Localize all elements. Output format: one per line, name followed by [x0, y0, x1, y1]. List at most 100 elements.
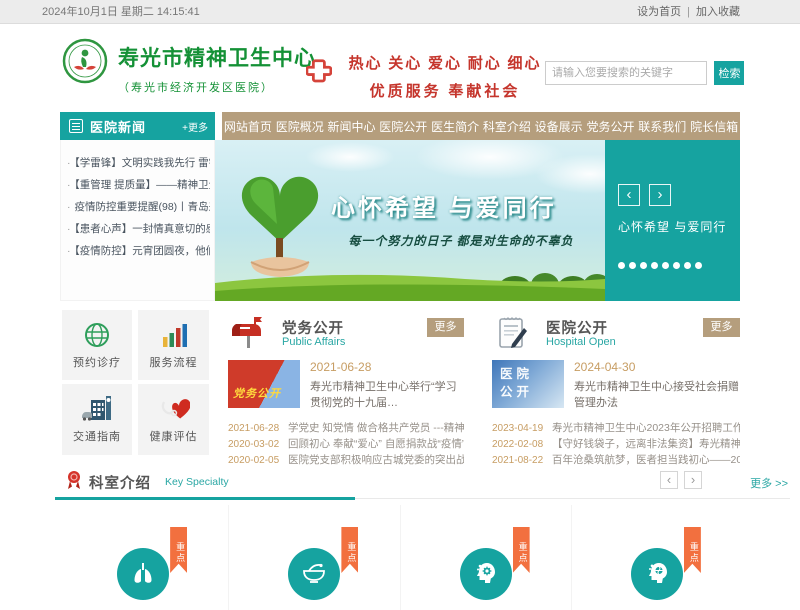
lungs-icon[interactable]	[117, 548, 169, 600]
page: 2024年10月1日 星期二 14:15:41 设为首页|加入收藏 寿光市精神卫…	[0, 0, 800, 610]
news-document-icon	[494, 314, 532, 357]
site-subtitle: （寿光市经济开发区医院）	[118, 79, 316, 95]
list-item[interactable]: 2020-03-02 回顾初心 奉献“爱心” 自愿捐款战“疫情” 党…	[228, 437, 464, 453]
featured-ribbon-badge: 重点	[513, 527, 530, 573]
featured-summary: 寿光市精神卫生中心举行“学习贯彻党的十九届…	[310, 379, 464, 411]
nav-item-party-affairs[interactable]: 党务公开	[586, 118, 634, 135]
hospital-open-section: 医院公开 Hospital Open 更多 医院 公开 2024-04-30 寿…	[492, 314, 740, 454]
quick-link-traffic-guide[interactable]: 交通指南	[62, 384, 132, 455]
slogan-line-1: 热心 关心 爱心 耐心 细心	[338, 52, 552, 73]
slogan-line-2: 优质服务 奉献社会	[338, 80, 552, 101]
hospital-featured-article[interactable]: 医院 公开 2024-04-30 寿光市精神卫生中心接受社会捐赠管理办法	[492, 360, 740, 412]
specialty-prev-button[interactable]: ‹	[660, 471, 678, 489]
party-more-button[interactable]: 更多	[427, 318, 464, 337]
news-item[interactable]: 疫情防控重要提醒(98)丨青岛来…	[67, 200, 210, 214]
item-title: 【守好钱袋子，远离非法集资】寿光精神卫生中…	[552, 437, 740, 453]
specialty-next-button[interactable]: ›	[684, 471, 702, 489]
hero-banner[interactable]: 心怀希望 与爱同行 每一个努力的日子 都是对生命的不辜负	[215, 140, 605, 301]
featured-date: 2024-04-30	[574, 360, 740, 374]
quick-link-label: 预约诊疗	[62, 354, 132, 370]
item-title: 学党史 知党情 做合格共产党员 ---精神卫生中…	[288, 421, 464, 437]
nav-item-director-mailbox[interactable]: 院长信箱	[690, 118, 738, 135]
nav-item-overview[interactable]: 医院概况	[276, 118, 324, 135]
hospital-news-header[interactable]: 医院新闻 +更多	[60, 112, 215, 140]
news-item[interactable]: 【重管理 提质量】——精神卫生…	[67, 178, 210, 192]
banner-next-button[interactable]: ›	[649, 184, 671, 206]
hospital-featured-thumbnail[interactable]: 医院 公开	[492, 360, 564, 408]
medicine-bowl-icon[interactable]	[288, 548, 340, 600]
list-item[interactable]: 2021-08-22 百年沧桑筑航梦，医者担当践初心——2021中国…	[492, 453, 740, 469]
pager-dot[interactable]	[618, 262, 625, 269]
specialty-item[interactable]: 重点	[401, 505, 572, 610]
site-search: 检索	[545, 61, 744, 85]
pager-dot[interactable]	[684, 262, 691, 269]
specialty-more-link[interactable]: 更多 >>	[750, 475, 788, 491]
specialty-title: 科室介绍	[89, 472, 151, 493]
quick-link-label: 服务流程	[138, 354, 209, 370]
main-nav: 网站首页 医院概况 新闻中心 医院公开 医生简介 科室介绍 设备展示 党务公开 …	[222, 112, 740, 140]
top-utility-bar: 2024年10月1日 星期二 14:15:41 设为首页|加入收藏	[0, 0, 800, 24]
featured-ribbon-badge: 重点	[341, 527, 358, 573]
site-header: 寿光市精神卫生中心 （寿光市经济开发区医院） 热心 关心 爱心 耐心 细心 优质…	[0, 24, 800, 112]
news-item[interactable]: 【学雷锋】文明实践我先行 雷锋…	[67, 156, 210, 170]
quick-link-health-assessment[interactable]: 健康评估	[138, 384, 209, 455]
quick-link-label: 健康评估	[138, 428, 209, 444]
quick-link-service-flow[interactable]: 服务流程	[138, 310, 209, 380]
party-affairs-section: 党务公开 Public Affairs 更多 党务公开 2021-06-28 寿…	[228, 314, 464, 454]
party-article-list: 2021-06-28 学党史 知党情 做合格共产党员 ---精神卫生中… 202…	[228, 421, 464, 469]
pager-dot[interactable]	[673, 262, 680, 269]
news-item[interactable]: 【疫情防控】元宵团圆夜，他们…	[67, 244, 210, 258]
pager-dot[interactable]	[629, 262, 636, 269]
list-item[interactable]: 2023-04-19 寿光市精神卫生中心2023年公开招聘工作人员拟…	[492, 421, 740, 437]
banner-headline: 心怀希望 与爱同行	[331, 188, 557, 223]
quick-link-appointment[interactable]: 预约诊疗	[62, 310, 132, 380]
list-item[interactable]: 2020-02-05 医院党支部积极响应古城党委的突出战“疫”一…	[228, 453, 464, 469]
head-gear-icon[interactable]	[460, 548, 512, 600]
news-item[interactable]: 【患者心声】一封情真意切的感谢信	[67, 222, 210, 236]
set-home-link[interactable]: 设为首页	[637, 6, 681, 18]
specialty-columns: 重点 重点	[58, 505, 742, 610]
pager-dot[interactable]	[662, 262, 669, 269]
news-more-link[interactable]: +更多	[182, 119, 208, 134]
nav-item-home[interactable]: 网站首页	[224, 118, 272, 135]
nav-item-equipment[interactable]: 设备展示	[535, 118, 583, 135]
specialty-item[interactable]: 重点	[229, 505, 400, 610]
nav-item-hospital-open[interactable]: 医院公开	[379, 118, 427, 135]
banner-pagination	[618, 262, 706, 269]
specialty-item[interactable]: 重点	[572, 505, 742, 610]
nav-item-doctors[interactable]: 医生简介	[431, 118, 479, 135]
item-date: 2020-02-05	[228, 453, 288, 469]
head-brain-icon[interactable]	[631, 548, 683, 600]
nav-item-news-center[interactable]: 新闻中心	[327, 118, 375, 135]
pager-dot[interactable]	[651, 262, 658, 269]
pager-dot[interactable]	[640, 262, 647, 269]
search-input[interactable]	[545, 61, 707, 85]
building-car-icon	[62, 394, 132, 424]
search-button[interactable]: 检索	[714, 61, 744, 85]
heart-stethoscope-icon	[138, 394, 209, 424]
hospital-slogan: 热心 关心 爱心 耐心 细心 优质服务 奉献社会	[338, 52, 552, 101]
item-date: 2022-02-08	[492, 437, 552, 453]
link-separator: |	[687, 6, 690, 18]
list-item[interactable]: 2021-06-28 学党史 知党情 做合格共产党员 ---精神卫生中…	[228, 421, 464, 437]
bar-chart-icon	[138, 320, 209, 350]
nav-item-departments[interactable]: 科室介绍	[483, 118, 531, 135]
thumb-line: 公开	[500, 383, 564, 401]
featured-ribbon-badge: 重点	[684, 527, 701, 573]
list-item[interactable]: 2022-02-08 【守好钱袋子，远离非法集资】寿光精神卫生中…	[492, 437, 740, 453]
party-featured-article[interactable]: 党务公开 2021-06-28 寿光市精神卫生中心举行“学习贯彻党的十九届…	[228, 360, 464, 412]
banner-prev-button[interactable]: ‹	[618, 184, 640, 206]
hospital-more-button[interactable]: 更多	[703, 318, 740, 337]
heart-tree-icon	[221, 158, 339, 291]
hospital-article-list: 2023-04-19 寿光市精神卫生中心2023年公开招聘工作人员拟… 2022…	[492, 421, 740, 469]
section-title: 党务公开	[282, 317, 344, 338]
add-favorite-link[interactable]: 加入收藏	[696, 6, 740, 18]
item-date: 2021-06-28	[228, 421, 288, 437]
party-featured-thumbnail[interactable]: 党务公开	[228, 360, 300, 408]
item-title: 回顾初心 奉献“爱心” 自愿捐款战“疫情” 党…	[288, 437, 464, 453]
specialty-item[interactable]: 重点	[58, 505, 229, 610]
specialty-divider	[55, 498, 790, 499]
pager-dot[interactable]	[695, 262, 702, 269]
quick-link-label: 交通指南	[62, 428, 132, 444]
nav-item-contact[interactable]: 联系我们	[638, 118, 686, 135]
